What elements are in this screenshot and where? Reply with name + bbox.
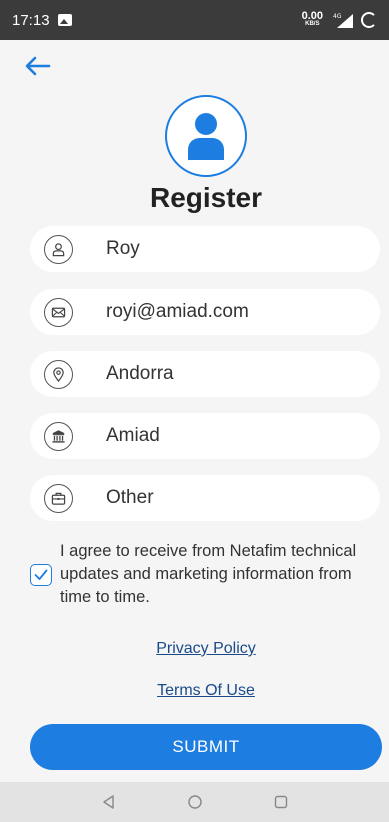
email-field-value: royi@amiad.com (106, 301, 249, 322)
country-field[interactable]: Andorra (30, 351, 380, 397)
avatar (165, 95, 247, 177)
email-field[interactable]: royi@amiad.com (30, 289, 380, 335)
loading-icon (361, 12, 377, 28)
recents-nav-icon[interactable] (273, 794, 289, 810)
person-icon (44, 234, 73, 264)
status-right: 0.00 KB/S 4G (301, 10, 377, 28)
back-nav-icon[interactable] (101, 794, 117, 810)
envelope-icon (44, 297, 73, 327)
system-nav-bar (0, 782, 389, 822)
building-icon (44, 421, 73, 451)
name-field-value: Roy (106, 238, 140, 259)
company-field-value: Amiad (106, 425, 160, 446)
consent-text: I agree to receive from Netafim technica… (60, 542, 357, 606)
page-title: Register (149, 182, 263, 213)
country-field-value: Andorra (106, 363, 174, 384)
briefcase-icon (44, 483, 73, 513)
name-field[interactable]: Roy (30, 226, 380, 272)
status-left: 17:13 (12, 12, 72, 29)
network-speed-unit: KB/S (305, 21, 320, 27)
user-silhouette-icon (188, 113, 224, 160)
home-nav-icon[interactable] (187, 794, 203, 810)
privacy-policy-link[interactable]: Privacy Policy (0, 640, 389, 658)
consent-checkbox[interactable] (30, 563, 52, 586)
consent-row: I agree to receive from Netafim technica… (30, 540, 370, 609)
terms-of-use-link[interactable]: Terms Of Use (0, 682, 389, 700)
location-pin-icon (44, 359, 73, 389)
role-field-value: Other (106, 487, 154, 508)
submit-button[interactable]: SUBMIT (30, 724, 382, 770)
status-bar: 17:13 0.00 KB/S 4G (0, 0, 389, 40)
network-speed-value: 0.00 (301, 10, 323, 22)
checkmark-icon (34, 569, 48, 580)
status-time: 17:13 (12, 11, 50, 29)
signal-icon: 4G (333, 13, 353, 28)
arrow-left-icon (25, 56, 51, 76)
back-button[interactable] (22, 52, 54, 80)
image-notification-icon (57, 14, 72, 26)
network-type: 4G (333, 13, 342, 20)
network-speed: 0.00 KB/S (301, 10, 323, 28)
company-field[interactable]: Amiad (30, 413, 380, 459)
role-field[interactable]: Other (30, 475, 380, 521)
